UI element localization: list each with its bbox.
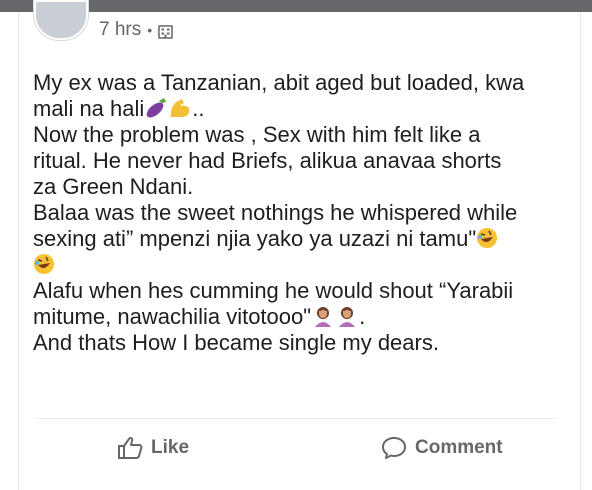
post-line: My ex was a Tanzanian, abit aged but loa…	[33, 70, 525, 95]
post-line: sexing ati” mpenzi njia yako ya uzazi ni…	[33, 226, 563, 252]
post-line: Balaa was the sweet nothings he whispere…	[33, 200, 518, 225]
post-line: mitume, nawachilia vitotooo".	[33, 304, 563, 330]
comment-icon	[381, 436, 407, 460]
post-line: mali na hali..	[33, 96, 563, 122]
eggplant-icon	[144, 97, 168, 125]
building-icon[interactable]	[158, 23, 173, 39]
post-line	[33, 252, 563, 278]
woman-facepalming-icon	[335, 305, 359, 333]
post-meta: 7 hrs •	[99, 19, 173, 41]
rolling-laughing-face-icon	[33, 253, 55, 281]
thumbs-up-icon	[117, 436, 143, 460]
post-line: za Green Ndani.	[33, 174, 194, 199]
post-line-text: sexing ati” mpenzi njia yako ya uzazi ni…	[33, 226, 477, 251]
woman-facepalming-icon	[311, 305, 335, 333]
actions-divider	[36, 418, 556, 419]
like-label: Like	[151, 437, 190, 458]
post-line: Now the problem was , Sex with him felt …	[33, 122, 481, 147]
post-line: Alafu when hes cumming he would shout “Y…	[33, 278, 514, 303]
post-line: ritual. He never had Briefs, alikua anav…	[33, 148, 502, 173]
separator-dot: •	[147, 22, 153, 38]
post-line-text: .	[359, 304, 366, 329]
flexed-biceps-icon	[168, 97, 192, 125]
post-time[interactable]: 7 hrs	[99, 19, 141, 41]
comment-button[interactable]: Comment	[381, 436, 503, 460]
comment-label: Comment	[415, 437, 503, 458]
post-text: My ex was a Tanzanian, abit aged but loa…	[33, 70, 563, 356]
rolling-laughing-face-icon	[476, 227, 498, 255]
post-line-text: mitume, nawachilia vitotooo"	[33, 304, 312, 329]
like-button[interactable]: Like	[117, 436, 189, 460]
top-bar	[0, 0, 592, 12]
post-line-text: mali na hali	[33, 96, 145, 121]
post-line: And thats How I became single my dears.	[33, 330, 439, 355]
post-line-text: ..	[192, 96, 205, 121]
